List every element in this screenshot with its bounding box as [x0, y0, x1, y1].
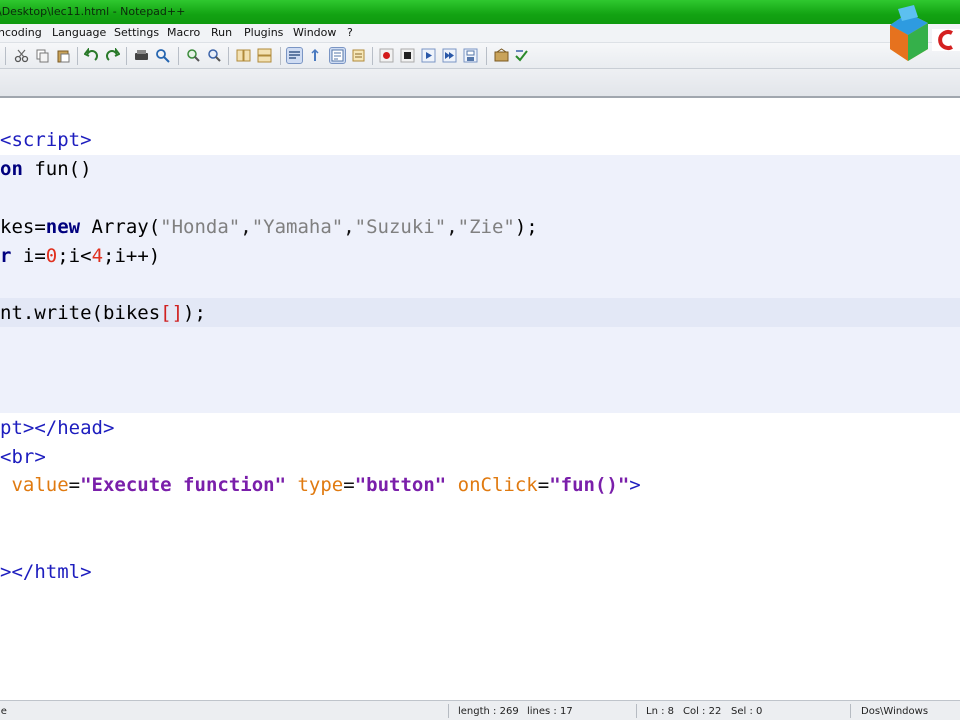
code-line-2: on fun(): [0, 158, 92, 180]
menu-window[interactable]: Window: [293, 26, 336, 39]
code-line-13: value="Execute function" type="button" o…: [11, 474, 641, 496]
stop-record-icon[interactable]: [400, 48, 415, 63]
zoom-out-icon[interactable]: [207, 48, 222, 63]
toolbar-separator: [228, 47, 229, 65]
status-selection: Sel : 0: [731, 706, 763, 717]
undo-icon[interactable]: [83, 47, 99, 63]
cut-icon[interactable]: [14, 48, 29, 63]
menu-settings[interactable]: Settings: [114, 26, 159, 39]
status-length: length : 269: [458, 706, 519, 717]
code-line-12: <br>: [0, 446, 46, 468]
code-line-5: r i=0;i<4;i++): [0, 245, 161, 267]
replace-icon[interactable]: [155, 48, 170, 63]
code-line-7: nt.write(bikes[]);: [0, 302, 206, 324]
toolbar-separator: [280, 47, 281, 65]
record-macro-icon[interactable]: [379, 48, 394, 63]
word-wrap-icon[interactable]: [286, 47, 303, 64]
code-line-4: kes=new Array("Honda","Yamaha","Suzuki",…: [0, 216, 538, 238]
toolbar: [0, 43, 960, 69]
save-macro-icon[interactable]: [463, 48, 478, 63]
status-lines: lines : 17: [527, 706, 573, 717]
app-logo: [884, 3, 960, 65]
status-column: Col : 22: [683, 706, 722, 717]
copy-icon[interactable]: [35, 48, 50, 63]
sync-v-icon[interactable]: [236, 48, 251, 63]
code-editor[interactable]: <script> on fun() kes=new Array("Honda",…: [0, 98, 960, 700]
status-divider: [448, 704, 449, 718]
status-divider: [850, 704, 851, 718]
tab-strip: [0, 69, 960, 98]
title-bar: \Desktop\lec11.html - Notepad++: [0, 0, 960, 24]
toolbar-separator: [126, 47, 127, 65]
code-line-1: <script>: [0, 129, 92, 151]
redo-icon[interactable]: [105, 47, 121, 63]
code-line-16: ></html>: [0, 561, 92, 583]
status-bar: le length : 269 lines : 17 Ln : 8 Col : …: [0, 700, 960, 720]
toolbar-separator: [77, 47, 78, 65]
menu-encoding[interactable]: ncoding: [0, 26, 42, 39]
toolbar-separator: [178, 47, 179, 65]
paste-icon[interactable]: [56, 48, 71, 63]
abc-check-icon[interactable]: [514, 48, 529, 63]
status-file-type: le: [0, 706, 7, 717]
toolbar-separator: [486, 47, 487, 65]
status-eol-format: Dos\Windows: [861, 706, 929, 717]
run-macro-multiple-icon[interactable]: [442, 48, 457, 63]
menu-macro[interactable]: Macro: [167, 26, 200, 39]
function-list-icon[interactable]: [351, 48, 366, 63]
toolbar-separator: [372, 47, 373, 65]
menu-run[interactable]: Run: [211, 26, 232, 39]
function-fold-highlight: [0, 155, 960, 413]
status-divider: [636, 704, 637, 718]
toolbar-separator: [5, 47, 6, 65]
zoom-in-icon[interactable]: [186, 48, 201, 63]
play-macro-icon[interactable]: [421, 48, 436, 63]
status-line-number: Ln : 8: [646, 706, 674, 717]
doc-map-icon[interactable]: [329, 47, 346, 64]
code-line-11: pt></head>: [0, 417, 115, 439]
window-title: \Desktop\lec11.html - Notepad++: [0, 5, 186, 18]
menu-plugins[interactable]: Plugins: [244, 26, 283, 39]
spell-check-icon[interactable]: [494, 48, 509, 63]
sync-h-icon[interactable]: [257, 48, 272, 63]
menu-help[interactable]: ?: [347, 26, 353, 39]
indent-guide-icon[interactable]: [308, 48, 323, 63]
menu-bar: ncoding Language Settings Macro Run Plug…: [0, 24, 960, 43]
menu-language[interactable]: Language: [52, 26, 106, 39]
find-icon[interactable]: [134, 48, 149, 63]
